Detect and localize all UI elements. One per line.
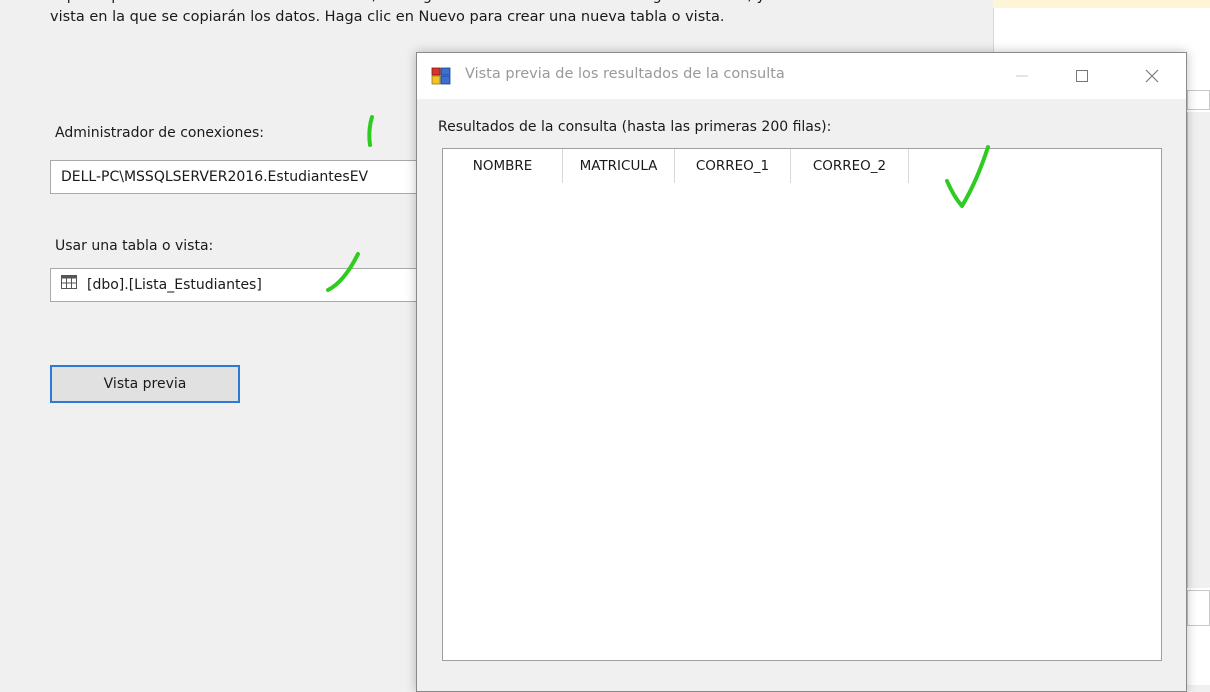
connection-manager-combo[interactable]: DELL-PC\MSSQLSERVER2016.EstudiantesEV	[50, 160, 430, 194]
results-label: Resultados de la consulta (hasta las pri…	[438, 119, 832, 135]
table-view-value: [dbo].[Lista_Estudiantes]	[87, 277, 262, 293]
table-view-label: Usar una tabla o vista:	[55, 238, 214, 254]
right-panel-area	[1187, 112, 1210, 588]
maximize-button[interactable]	[1059, 53, 1105, 99]
annotation-mark-table	[326, 252, 360, 292]
grid-header: NOMBRE MATRICULA CORREO_1 CORREO_2	[443, 149, 1161, 183]
right-panel-field-lower[interactable]	[1187, 590, 1210, 626]
preview-button[interactable]: Vista previa	[50, 365, 240, 403]
minimize-button[interactable]	[999, 53, 1045, 99]
table-icon	[61, 269, 77, 301]
query-preview-window: Vista previa de los resultados de la con…	[416, 52, 1187, 692]
intro-text: Especifique un administrador de conexion…	[50, 0, 918, 25]
column-header-nombre[interactable]: NOMBRE	[443, 149, 563, 183]
table-view-combo[interactable]: [dbo].[Lista_Estudiantes]	[50, 268, 430, 302]
right-panel-field[interactable]	[1187, 90, 1210, 110]
connection-manager-value: DELL-PC\MSSQLSERVER2016.EstudiantesEV	[61, 169, 369, 185]
preview-button-label: Vista previa	[103, 376, 187, 392]
annotation-mark-results	[945, 145, 990, 208]
close-button[interactable]	[1129, 53, 1175, 99]
results-grid[interactable]: NOMBRE MATRICULA CORREO_1 CORREO_2	[442, 148, 1162, 661]
maximize-icon	[1076, 70, 1088, 82]
column-header-correo-1[interactable]: CORREO_1	[675, 149, 791, 183]
window-titlebar[interactable]: Vista previa de los resultados de la con…	[417, 53, 1186, 99]
annotation-mark-connection	[367, 115, 374, 147]
close-icon	[1145, 69, 1159, 83]
minimize-icon	[1016, 75, 1028, 77]
column-header-matricula[interactable]: MATRICULA	[563, 149, 675, 183]
column-header-correo-2[interactable]: CORREO_2	[791, 149, 909, 183]
connection-manager-label: Administrador de conexiones:	[55, 125, 264, 141]
window-title: Vista previa de los resultados de la con…	[465, 66, 785, 82]
app-icon	[431, 67, 451, 89]
